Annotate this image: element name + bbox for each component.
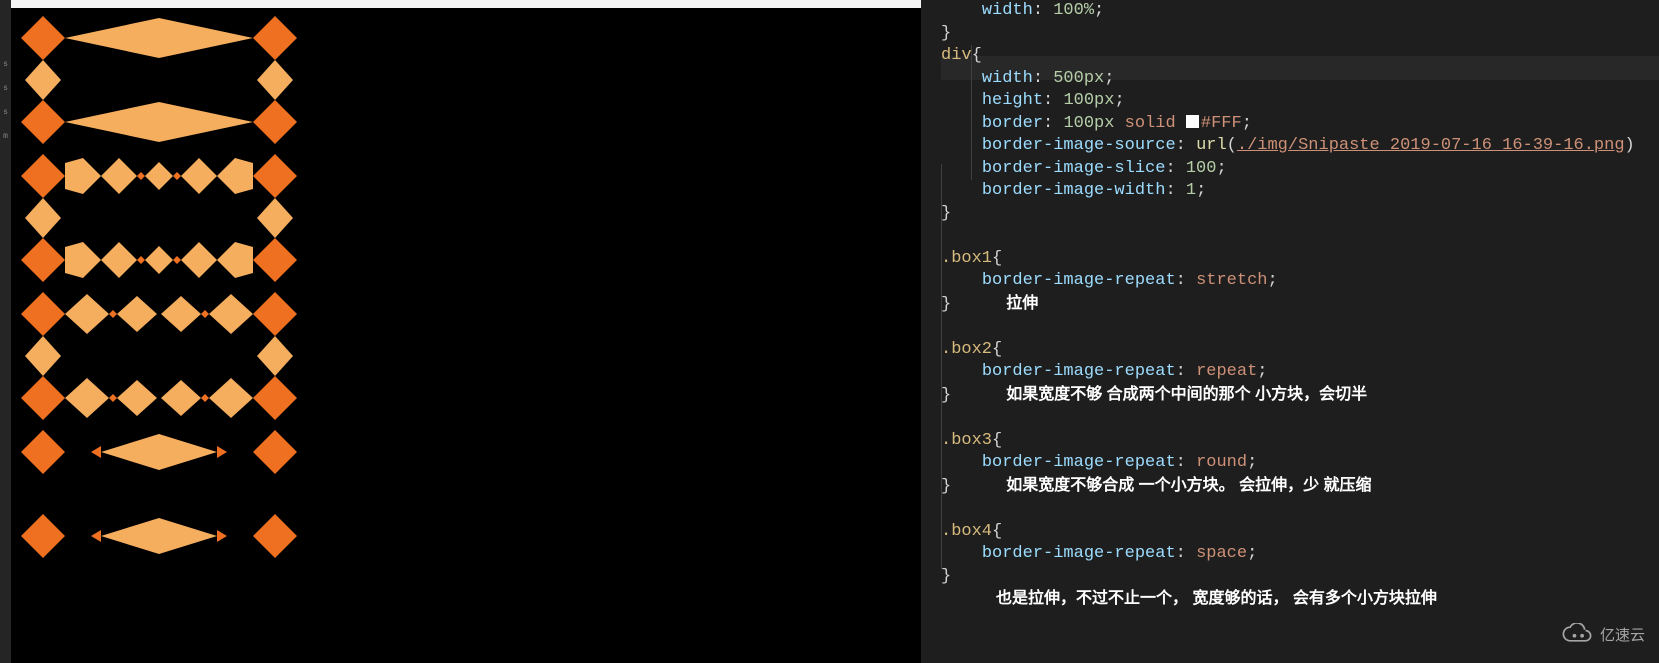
watermark: 亿速云 [1560,623,1645,645]
gutter-mark: s [3,108,8,117]
code-line: height: 100px; [941,90,1649,113]
gutter-mark: m [3,132,8,141]
code-line: border: 100px solid #FFF; [941,113,1649,136]
code-line: .box4{ [941,521,1649,544]
demo-round [21,292,297,420]
code-line: border-image-repeat: space; [941,543,1649,566]
demo-stretch [21,16,297,144]
code-line: }拉伸 [941,293,1649,317]
code-line: .box3{ [941,430,1649,453]
code-line: 也是拉伸，不过不止一个， 宽度够的话， 会有多个小方块拉伸 [941,588,1649,612]
annotation-repeat: 如果宽度不够 合成两个中间的那个 小方块，会切半 [1006,384,1367,407]
code-line: div{ [941,45,1649,68]
code-line [941,407,1649,430]
preview-header-bar [11,0,921,8]
watermark-text: 亿速云 [1600,624,1645,645]
code-line: } [941,566,1649,589]
code-line: } [941,23,1649,46]
preview-panel [11,0,921,663]
code-line: border-image-source: url(./img/Snipaste_… [941,135,1649,158]
code-editor[interactable]: width: 100%; } div{ width: 500px; height… [921,0,1659,663]
code-line: } [941,203,1649,226]
annotation-space: 也是拉伸，不过不止一个， 宽度够的话， 会有多个小方块拉伸 [996,588,1437,611]
code-line: width: 100%; [941,0,1649,23]
code-line [941,225,1649,248]
annotation-stretch: 拉伸 [1006,293,1038,316]
code-line: .box1{ [941,248,1649,271]
cloud-icon [1560,623,1594,645]
code-line: width: 500px; [941,68,1649,91]
color-swatch-icon [1186,115,1199,128]
code-line: .box2{ [941,339,1649,362]
demo-repeat [21,154,297,282]
code-line: border-image-repeat: round; [941,452,1649,475]
demo-space [21,430,297,558]
code-line: border-image-width: 1; [941,180,1649,203]
gutter-mark: s [3,84,8,93]
editor-gutter: s s s m [0,0,11,663]
code-line: border-image-repeat: repeat; [941,361,1649,384]
annotation-round: 如果宽度不够合成 一个小方块。 会拉伸，少 就压缩 [1006,475,1371,498]
code-line: border-image-slice: 100; [941,158,1649,181]
demo-container [11,8,921,566]
code-line: }如果宽度不够合成 一个小方块。 会拉伸，少 就压缩 [941,475,1649,499]
code-line [941,316,1649,339]
code-line: border-image-repeat: stretch; [941,270,1649,293]
code-line [941,498,1649,521]
gutter-mark: s [3,60,8,69]
code-line: }如果宽度不够 合成两个中间的那个 小方块，会切半 [941,384,1649,408]
